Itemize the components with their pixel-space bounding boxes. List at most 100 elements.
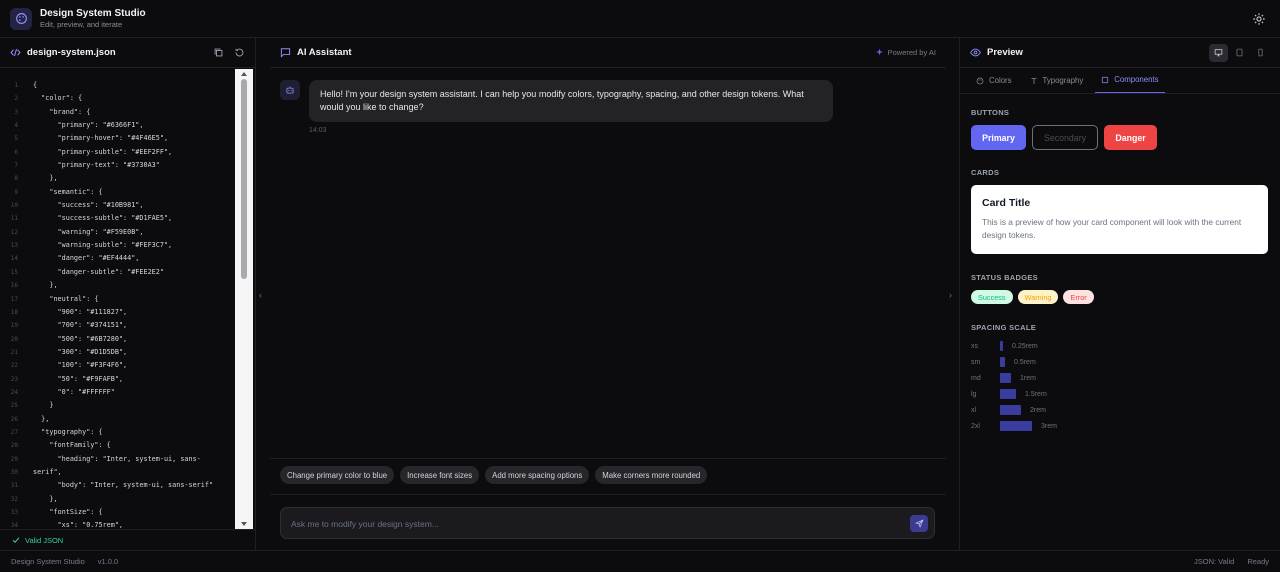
line-number: 32 xyxy=(10,495,18,503)
eye-icon xyxy=(970,48,981,57)
line-number: 17 xyxy=(10,295,18,303)
message-square-icon xyxy=(280,48,291,58)
warning-badge: Warning xyxy=(1017,290,1059,304)
suggestion-chip[interactable]: Change primary color to blue xyxy=(280,466,395,484)
spacing-row: 2xl 3rem xyxy=(971,420,1057,432)
spacing-key: xs xyxy=(971,342,978,350)
line-number: 30 xyxy=(10,468,18,476)
code-line: }, xyxy=(33,174,58,183)
line-number: 11 xyxy=(10,215,18,223)
code-line: }, xyxy=(33,494,58,503)
bot-icon xyxy=(280,80,300,100)
monitor-icon xyxy=(1214,49,1223,57)
scroll-up-arrow[interactable] xyxy=(241,72,247,76)
mobile-view-button[interactable] xyxy=(1251,44,1270,62)
code-line: "color": { xyxy=(33,94,83,103)
code-line: "fontSize": { xyxy=(33,508,103,516)
code-line: "danger": "#EF4444", xyxy=(33,254,140,263)
desktop-view-button[interactable] xyxy=(1209,43,1228,62)
divider xyxy=(270,494,946,495)
code-line: "fontFamily": { xyxy=(33,441,111,450)
scroll-thumb[interactable] xyxy=(241,79,247,279)
code-line: "typography": { xyxy=(33,427,103,436)
code-line: }, xyxy=(33,414,50,423)
cards-section-label: CARDS xyxy=(971,168,1000,177)
line-number: 14 xyxy=(10,255,18,263)
preview-tabs: Colors Typography Components xyxy=(960,68,1280,94)
spacing-value: 0.25rem xyxy=(1012,342,1038,350)
spacing-key: sm xyxy=(971,358,981,366)
spacing-bar xyxy=(1000,341,1003,351)
code-editor[interactable]: 1 2 3 4 5 6 7 8 9 10 11 12 13 14 15 16 17 18 19 20 21 22 23 24 2… xyxy=(0,69,256,529)
line-number: 3 xyxy=(14,108,18,116)
spacing-row: xs 0.25rem xyxy=(971,340,1038,352)
chat-panel: AI Assistant Powered by AI Hello! I'm yo… xyxy=(270,38,946,550)
powered-by: Powered by AI xyxy=(875,48,936,57)
line-number: 4 xyxy=(14,122,18,130)
editor-panel: design-system.json 1 2 3 4 5 6 7 8 9 10 11 12 13 14 15… xyxy=(0,38,256,550)
collapse-right-icon[interactable]: › xyxy=(949,290,959,300)
code-content[interactable]: { "color": { "brand": { "primary": "#636… xyxy=(33,69,233,529)
scroll-down-arrow[interactable] xyxy=(241,522,247,526)
line-number: 33 xyxy=(10,509,18,516)
code-line: "900": "#111827", xyxy=(33,307,128,316)
editor-header: design-system.json xyxy=(0,38,255,68)
code-line: "warning": "#F59E0B", xyxy=(33,227,144,236)
spacing-bar xyxy=(1000,373,1011,383)
line-number: 7 xyxy=(14,162,18,170)
error-badge: Error xyxy=(1063,290,1094,304)
code-line: "500": "#6B7280", xyxy=(33,334,128,343)
suggestion-chip[interactable]: Make corners more rounded xyxy=(595,466,708,484)
app-subtitle: Edit, preview, and iterate xyxy=(40,19,123,29)
spacing-key: lg xyxy=(971,390,977,398)
copy-icon[interactable] xyxy=(213,47,224,58)
suggestion-chips: Change primary color to blue Increase fo… xyxy=(280,466,708,484)
code-line: "danger-subtle": "#FEE2E2" xyxy=(33,267,164,276)
chat-input[interactable] xyxy=(291,516,891,532)
danger-button-preview[interactable]: Danger xyxy=(1104,125,1157,150)
line-number: 25 xyxy=(10,402,18,410)
line-number: 28 xyxy=(10,442,18,450)
powered-by-label: Powered by AI xyxy=(887,48,936,57)
spacing-value: 3rem xyxy=(1041,422,1057,430)
code-line: "100": "#F3F4F6", xyxy=(33,361,128,370)
tab-label: Components xyxy=(1114,75,1159,84)
collapse-left-icon[interactable]: ‹ xyxy=(259,290,269,300)
line-number: 10 xyxy=(10,202,18,210)
code-line: "0": "#FFFFFF" xyxy=(33,387,115,396)
send-button[interactable] xyxy=(910,515,928,532)
code-line: "brand": { xyxy=(33,107,91,116)
editor-scrollbar[interactable] xyxy=(235,69,253,529)
assistant-message: Hello! I'm your design system assistant.… xyxy=(309,80,833,122)
line-number: 9 xyxy=(14,188,18,196)
tab-typography[interactable]: Typography xyxy=(1024,76,1090,93)
line-number: 22 xyxy=(10,362,18,370)
code-line: } xyxy=(33,401,54,410)
code-line: "50": "#F9FAFB", xyxy=(33,374,124,383)
line-number: 6 xyxy=(14,148,18,156)
reset-icon[interactable] xyxy=(234,47,245,58)
gear-icon[interactable] xyxy=(1252,12,1266,26)
code-line: "body": "Inter, system-ui, sans-serif" xyxy=(33,481,214,490)
tablet-view-button[interactable] xyxy=(1230,44,1249,62)
tab-colors[interactable]: Colors xyxy=(970,76,1018,93)
check-icon xyxy=(12,537,20,543)
line-number: 29 xyxy=(10,455,18,463)
tab-components[interactable]: Components xyxy=(1095,75,1165,93)
suggestion-chip[interactable]: Add more spacing options xyxy=(485,466,590,484)
code-line: serif", xyxy=(33,467,62,476)
buttons-section-label: BUTTONS xyxy=(971,108,1010,117)
line-number: 24 xyxy=(10,388,18,396)
secondary-button-preview[interactable]: Secondary xyxy=(1032,125,1098,150)
type-icon xyxy=(1031,77,1037,84)
primary-button-preview[interactable]: Primary xyxy=(971,125,1026,150)
line-number: 1 xyxy=(14,82,18,89)
chat-input-box xyxy=(280,507,935,539)
line-number: 31 xyxy=(10,482,18,490)
card-preview: Card Title This is a preview of how your… xyxy=(971,185,1268,254)
suggestion-chip[interactable]: Increase font sizes xyxy=(400,466,480,484)
code-line: "primary-hover": "#4F46E5", xyxy=(33,134,169,143)
line-number: 21 xyxy=(10,348,18,356)
line-number: 19 xyxy=(10,322,18,330)
line-number: 5 xyxy=(14,135,18,143)
